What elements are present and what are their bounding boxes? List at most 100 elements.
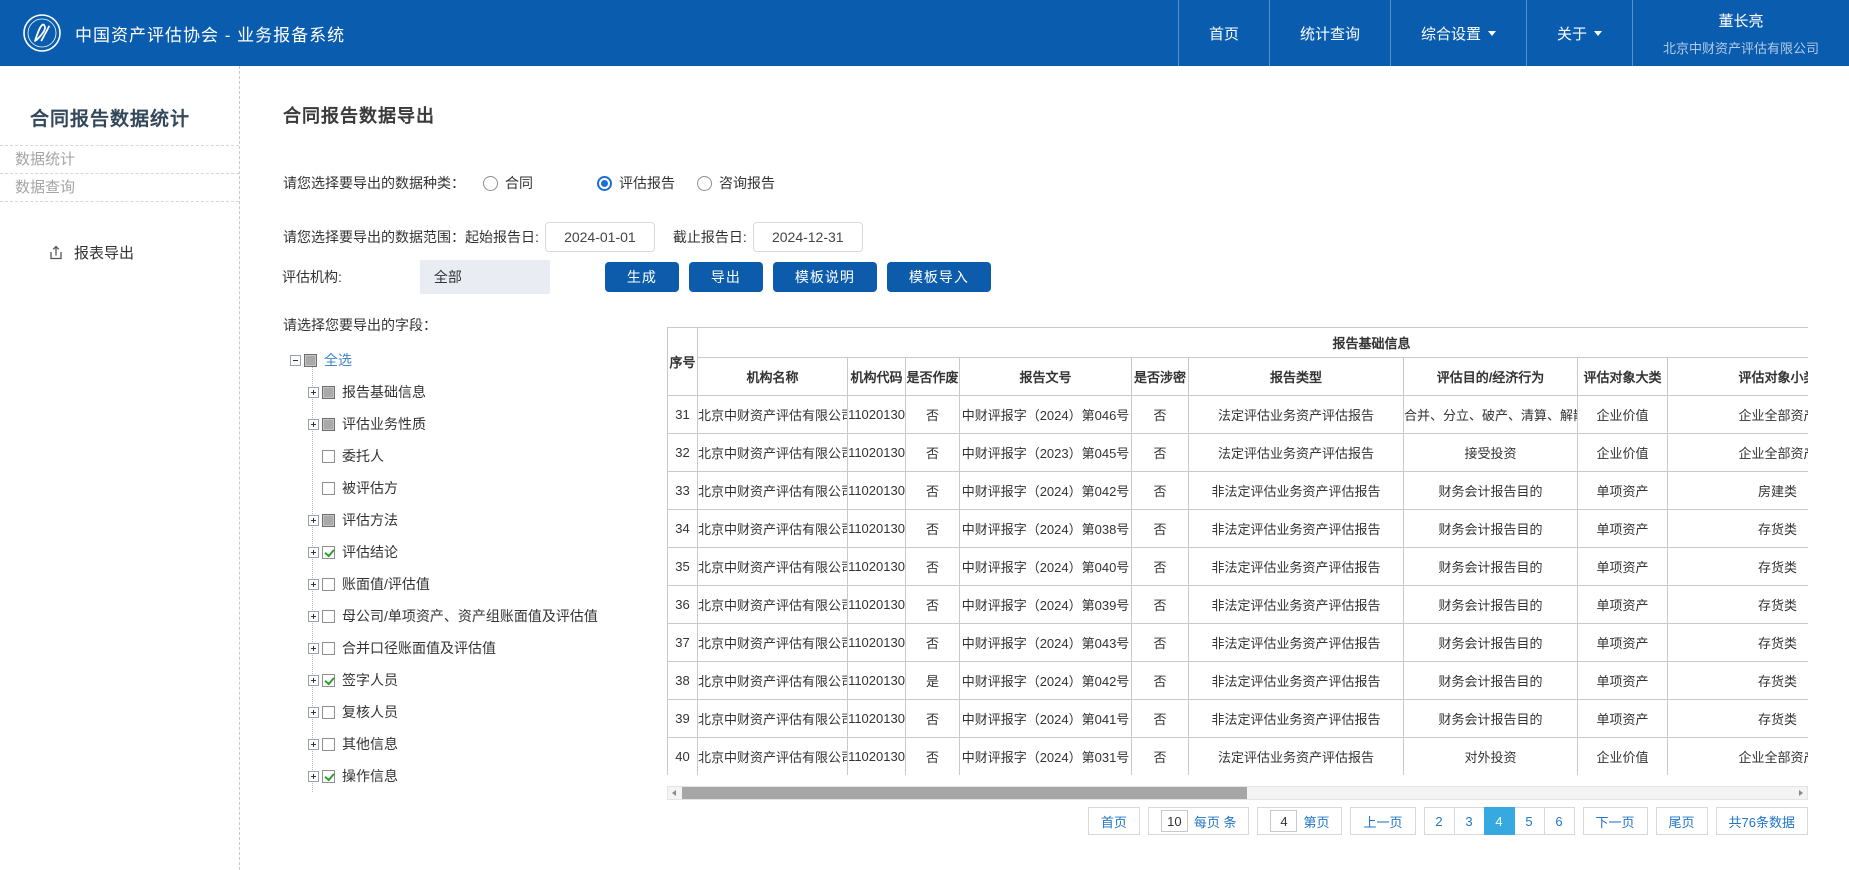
table-cell: 否 bbox=[1131, 737, 1189, 775]
radio-icon[interactable] bbox=[697, 175, 712, 191]
tree-node-label[interactable]: 其他信息 bbox=[340, 734, 400, 754]
expand-icon[interactable] bbox=[308, 738, 319, 750]
tree-node-label[interactable]: 母公司/单项资产、资产组账面值及评估值 bbox=[340, 606, 600, 626]
tree-node-label[interactable]: 被评估方 bbox=[340, 478, 400, 498]
page-number-3[interactable]: 3 bbox=[1453, 807, 1485, 835]
tree-node-label[interactable]: 评估结论 bbox=[340, 542, 400, 562]
page-number-5[interactable]: 5 bbox=[1513, 807, 1545, 835]
checkbox-unchecked[interactable] bbox=[322, 449, 335, 463]
radio-icon[interactable] bbox=[597, 175, 612, 191]
button-生成[interactable]: 生成 bbox=[604, 262, 679, 292]
table-cell: 财务会计报告目的 bbox=[1403, 699, 1578, 738]
table-cell: 对外投资 bbox=[1403, 737, 1578, 775]
table-cell: 34 bbox=[667, 509, 698, 548]
next-page-button[interactable]: 下一页 bbox=[1582, 807, 1648, 835]
button-导出[interactable]: 导出 bbox=[688, 262, 763, 292]
checkbox-partial[interactable] bbox=[322, 513, 335, 527]
table-cell: 存货类 bbox=[1666, 585, 1808, 624]
checkbox-unchecked[interactable] bbox=[322, 641, 335, 655]
table-cell: 存货类 bbox=[1666, 623, 1808, 662]
page-number-4[interactable]: 4 bbox=[1483, 807, 1515, 835]
radio-option-评估报告[interactable]: 评估报告 bbox=[597, 173, 675, 193]
expand-icon[interactable] bbox=[308, 386, 319, 398]
radio-option-合同[interactable]: 合同 bbox=[483, 173, 533, 193]
table-row[interactable]: 36 北京中财资产评估有限公司 11020130 否中财评报字（2024）第039号否… bbox=[667, 585, 1808, 624]
nav-item-关于[interactable]: 关于 bbox=[1527, 0, 1632, 66]
checkbox-unchecked[interactable] bbox=[322, 481, 335, 495]
sidebar-group-数据统计[interactable]: 数据统计 bbox=[0, 145, 239, 173]
checkbox-checked[interactable] bbox=[322, 673, 335, 687]
expand-icon[interactable] bbox=[308, 546, 319, 558]
table-row[interactable]: 37 北京中财资产评估有限公司 11020130 否中财评报字（2024）第043号否… bbox=[667, 623, 1808, 662]
checkbox-unchecked[interactable] bbox=[322, 577, 335, 591]
nav-item-首页[interactable]: 首页 bbox=[1179, 0, 1269, 66]
agency-select[interactable]: 全部 bbox=[419, 260, 550, 294]
table-cell: 财务会计报告目的 bbox=[1403, 661, 1578, 700]
expand-icon[interactable] bbox=[308, 578, 319, 590]
checkbox-partial[interactable] bbox=[322, 385, 335, 399]
table-cell: 中财评报字（2024）第043号 bbox=[959, 623, 1132, 662]
checkbox-unchecked[interactable] bbox=[322, 705, 335, 719]
tree-node-label[interactable]: 全选 bbox=[322, 350, 354, 370]
tree-node-label[interactable]: 委托人 bbox=[340, 446, 386, 466]
sidebar-group-数据查询[interactable]: 数据查询 bbox=[0, 173, 239, 201]
checkbox-partial[interactable] bbox=[322, 417, 335, 431]
expand-icon[interactable] bbox=[308, 674, 319, 686]
table-cell: 单项资产 bbox=[1577, 699, 1668, 738]
start-date-input[interactable] bbox=[544, 222, 655, 252]
table-row[interactable]: 35 北京中财资产评估有限公司 11020130 否中财评报字（2024）第040号否… bbox=[667, 547, 1808, 586]
table-row[interactable]: 31 北京中财资产评估有限公司 11020130 否中财评报字（2024）第046号否… bbox=[667, 395, 1808, 434]
user-block[interactable]: 董长亮 北京中财资产评估有限公司 bbox=[1633, 10, 1849, 57]
tree-node-label[interactable]: 评估业务性质 bbox=[340, 414, 428, 434]
per-page-input[interactable] bbox=[1160, 810, 1188, 832]
checkbox-unchecked[interactable] bbox=[322, 609, 335, 623]
tree-node-label[interactable]: 评估方法 bbox=[340, 510, 400, 530]
table-row[interactable]: 32 北京中财资产评估有限公司 11020130 否中财评报字（2023）第045号否… bbox=[667, 433, 1808, 472]
checkbox-checked[interactable] bbox=[322, 769, 335, 783]
tree-node-label[interactable]: 报告基础信息 bbox=[340, 382, 428, 402]
collapse-icon[interactable] bbox=[290, 354, 301, 366]
checkbox-partial[interactable] bbox=[304, 353, 317, 367]
table-row[interactable]: 40 北京中财资产评估有限公司 11020130 否中财评报字（2024）第031号否… bbox=[667, 737, 1808, 775]
tree-node-label[interactable]: 复核人员 bbox=[340, 702, 400, 722]
button-模板说明[interactable]: 模板说明 bbox=[772, 262, 877, 292]
radio-option-咨询报告[interactable]: 咨询报告 bbox=[697, 173, 775, 193]
column-header: 是否涉密 bbox=[1131, 357, 1189, 396]
table-row[interactable]: 38 北京中财资产评估有限公司 11020130 是中财评报字（2024）第042号否… bbox=[667, 661, 1808, 700]
tree-node-label[interactable]: 合并口径账面值及评估值 bbox=[340, 638, 498, 658]
tree-node-label[interactable]: 签字人员 bbox=[340, 670, 400, 690]
goto-page-input[interactable] bbox=[1270, 810, 1298, 832]
expand-icon[interactable] bbox=[308, 770, 319, 782]
prev-page-button[interactable]: 上一页 bbox=[1350, 807, 1416, 835]
sidebar-item-report-export[interactable]: 报表导出 bbox=[0, 242, 239, 263]
tree-node-label[interactable]: 账面值/评估值 bbox=[340, 574, 432, 594]
page-number-6[interactable]: 6 bbox=[1543, 807, 1575, 835]
table-row[interactable]: 33 北京中财资产评估有限公司 11020130 否中财评报字（2024）第042号否… bbox=[667, 471, 1808, 510]
button-模板导入[interactable]: 模板导入 bbox=[886, 262, 991, 292]
expand-icon[interactable] bbox=[308, 610, 319, 622]
radio-icon[interactable] bbox=[483, 175, 498, 191]
expand-icon[interactable] bbox=[308, 706, 319, 718]
scrollbar-thumb[interactable] bbox=[682, 787, 1247, 799]
expand-icon[interactable] bbox=[308, 514, 319, 526]
group-header: 报告基础信息 bbox=[696, 327, 1808, 358]
table-cell: 否 bbox=[905, 509, 960, 548]
last-page-button[interactable]: 尾页 bbox=[1655, 807, 1708, 835]
checkbox-unchecked[interactable] bbox=[322, 737, 335, 751]
nav-item-统计查询[interactable]: 统计查询 bbox=[1270, 0, 1390, 66]
expand-icon[interactable] bbox=[308, 418, 319, 430]
end-date-input[interactable] bbox=[752, 222, 863, 252]
tree-node: 评估结论 bbox=[284, 536, 644, 568]
checkbox-checked[interactable] bbox=[322, 545, 335, 559]
first-page-button[interactable]: 首页 bbox=[1087, 807, 1140, 835]
tree-node-label[interactable]: 操作信息 bbox=[340, 766, 400, 786]
scroll-left-arrow-icon[interactable] bbox=[668, 787, 681, 799]
table-cell: 否 bbox=[905, 547, 960, 586]
table-row[interactable]: 34 北京中财资产评估有限公司 11020130 否中财评报字（2024）第038号否… bbox=[667, 509, 1808, 548]
scroll-right-arrow-icon[interactable] bbox=[1794, 787, 1807, 799]
expand-icon[interactable] bbox=[308, 642, 319, 654]
table-row[interactable]: 39 北京中财资产评估有限公司 11020130 否中财评报字（2024）第041号否… bbox=[667, 699, 1808, 738]
page-number-2[interactable]: 2 bbox=[1423, 807, 1455, 835]
nav-item-综合设置[interactable]: 综合设置 bbox=[1391, 0, 1526, 66]
horizontal-scrollbar[interactable] bbox=[667, 786, 1808, 800]
